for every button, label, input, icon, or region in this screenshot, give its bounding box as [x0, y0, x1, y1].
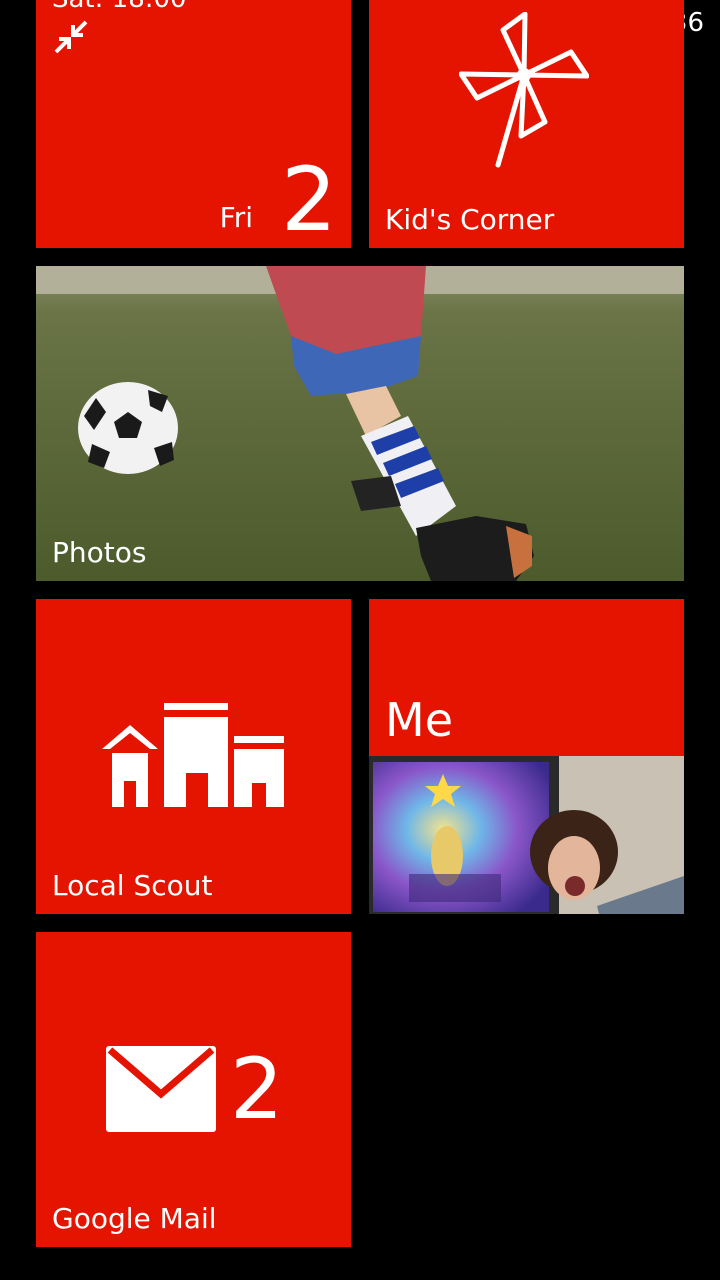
me-profile-photo [369, 756, 684, 914]
kids-corner-label: Kid's Corner [385, 203, 555, 236]
photos-label: Photos [52, 536, 147, 569]
pinwheel-icon [459, 12, 589, 168]
calendar-day: Fri [219, 201, 253, 234]
calendar-date: 2 [281, 148, 337, 248]
photos-tile[interactable]: Photos [36, 266, 684, 581]
local-scout-tile[interactable]: Local Scout [36, 599, 351, 914]
mail-unread-count: 2 [230, 1040, 284, 1138]
me-label: Me [385, 693, 453, 747]
envelope-icon [106, 1046, 216, 1132]
calendar-event: Sat: 18:00 [52, 0, 187, 14]
local-scout-label: Local Scout [52, 869, 213, 902]
collapse-arrows-icon [54, 20, 88, 54]
kids-corner-tile[interactable]: Kid's Corner [369, 0, 684, 248]
google-mail-tile[interactable]: 2 Google Mail [36, 932, 351, 1247]
buildings-icon [102, 703, 284, 807]
me-tile[interactable]: Me [369, 599, 684, 914]
photo-soccer-image [36, 266, 684, 581]
google-mail-label: Google Mail [52, 1202, 217, 1235]
calendar-tile[interactable]: Sat: 18:00 Fri 2 [36, 0, 351, 248]
